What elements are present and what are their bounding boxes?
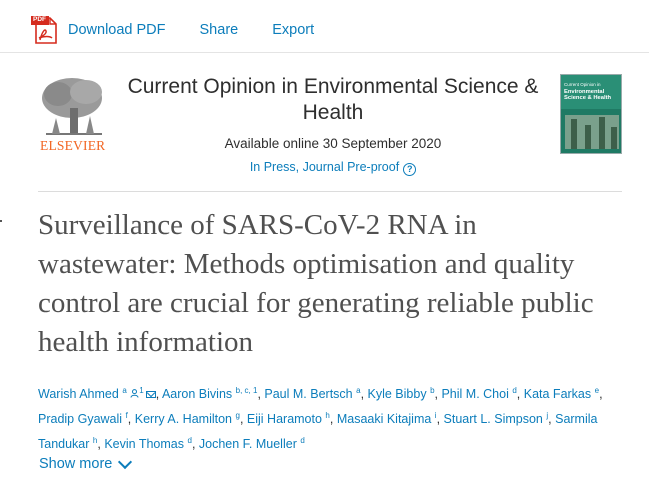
journal-cover-image[interactable]: Current Opinion in Environmental Science… (560, 74, 622, 154)
toolbar-divider (0, 52, 649, 53)
author-name[interactable]: Jochen F. Mueller (199, 437, 297, 451)
author-name[interactable]: Phil M. Choi (441, 387, 508, 401)
mail-icon[interactable] (145, 391, 156, 398)
author-list: Warish Ahmed a 1, Aaron Bivins b, c, 1, … (38, 380, 628, 455)
author-name[interactable]: Kata Farkas (524, 387, 591, 401)
publication-status[interactable]: In Press, Journal Pre-proof? (108, 160, 558, 176)
author-separator: , (436, 412, 444, 426)
author-link[interactable]: Phil M. Choi d (441, 386, 516, 401)
author-separator: , (329, 412, 337, 426)
author-name[interactable]: Kevin Thomas (104, 437, 184, 451)
author-affiliation: a (122, 386, 127, 395)
author-name[interactable]: Eiji Haramoto (247, 412, 322, 426)
author-link[interactable]: Pradip Gyawali f (38, 411, 128, 426)
article-title: Surveillance of SARS-CoV-2 RNA in wastew… (38, 209, 594, 358)
author-link[interactable]: Kevin Thomas d (104, 436, 192, 451)
status-text[interactable]: In Press, Journal Pre-proof (250, 160, 399, 174)
author-link[interactable]: Aaron Bivins b, c, 1 (162, 386, 258, 401)
cover-tree (571, 119, 577, 149)
cover-text: Current Opinion in Environmental Science… (564, 82, 620, 102)
author-name[interactable]: Warish Ahmed (38, 387, 119, 401)
cover-photo (565, 115, 619, 149)
help-icon[interactable]: ? (403, 163, 417, 176)
author-affiliation: b, c, 1 (235, 386, 258, 395)
author-separator: , (191, 437, 199, 451)
journal-header: ELSEVIER Current Opinion in Environmenta… (38, 72, 622, 184)
header-divider (38, 191, 622, 192)
author-separator: , (599, 387, 603, 401)
show-more-button[interactable]: Show more (39, 454, 133, 472)
cover-tree (599, 117, 605, 149)
author-footnote: 1 (139, 386, 144, 395)
show-more-label[interactable]: Show more (39, 456, 112, 472)
author-affiliation: d (300, 436, 305, 445)
author-name[interactable]: Aaron Bivins (162, 387, 232, 401)
author-link[interactable]: Stuart L. Simpson j (444, 411, 549, 426)
download-pdf-link[interactable]: Download PDF (68, 22, 166, 38)
pdf-badge-text: PDF (33, 16, 46, 23)
journal-title[interactable]: Current Opinion in Environmental Science… (108, 74, 558, 126)
author-name[interactable]: Masaaki Kitajima (337, 412, 431, 426)
article-toolbar: PDF Download PDF Share Export (30, 14, 348, 46)
cover-tree (585, 125, 591, 149)
person-icon (130, 384, 139, 398)
author-link[interactable]: Warish Ahmed a 1 (38, 384, 156, 401)
cover-line-2: Environmental Science & Health (564, 88, 612, 102)
author-name[interactable]: Paul M. Bertsch (264, 387, 352, 401)
share-link[interactable]: Share (200, 22, 239, 38)
edge-artifact (0, 220, 2, 222)
author-name[interactable]: Kerry A. Hamilton (135, 412, 232, 426)
author-link[interactable]: Kyle Bibby b (368, 386, 435, 401)
author-link[interactable]: Jochen F. Mueller d (199, 436, 305, 451)
chevron-down-icon[interactable] (118, 454, 133, 469)
author-separator: , (239, 412, 247, 426)
pdf-icon[interactable]: PDF (30, 15, 60, 45)
export-link[interactable]: Export (272, 22, 314, 38)
author-link[interactable]: Paul M. Bertsch a (264, 386, 360, 401)
publisher-name: ELSEVIER (40, 138, 106, 153)
cover-tree (611, 127, 617, 149)
author-separator: , (360, 387, 368, 401)
author-name[interactable]: Stuart L. Simpson (444, 412, 543, 426)
author-separator: , (127, 412, 135, 426)
author-link[interactable]: Masaaki Kitajima i (337, 411, 437, 426)
author-name[interactable]: Pradip Gyawali (38, 412, 122, 426)
author-link[interactable]: Eiji Haramoto h (247, 411, 330, 426)
author-link[interactable]: Kata Farkas e (524, 386, 599, 401)
author-separator: , (516, 387, 524, 401)
author-link[interactable]: Kerry A. Hamilton g (135, 411, 240, 426)
author-name[interactable]: Kyle Bibby (368, 387, 427, 401)
available-online-date: Available online 30 September 2020 (224, 136, 442, 151)
